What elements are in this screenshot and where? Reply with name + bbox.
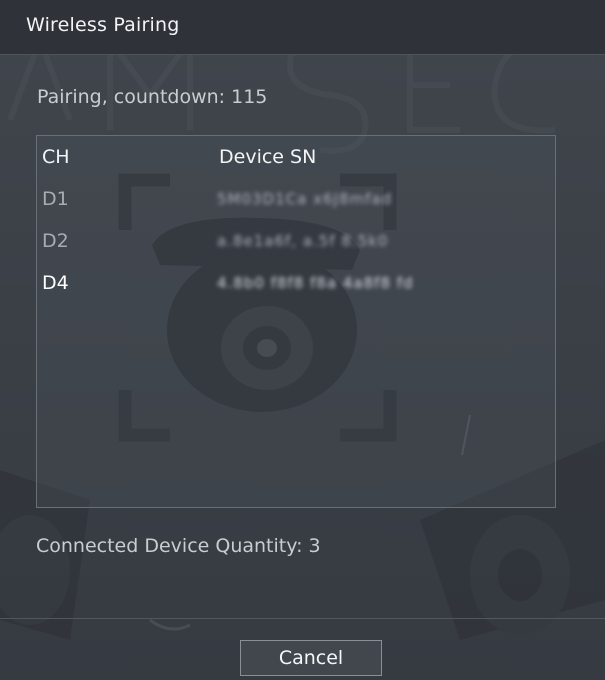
row-channel: D2 xyxy=(42,230,69,252)
paired-devices-table: CH Device SN D1 5M03D1Ca x6J8mfad D2 a.8… xyxy=(36,135,556,508)
connected-device-quantity: Connected Device Quantity: 3 xyxy=(36,535,321,557)
row-device-sn: a.8e1a6f, a.5f 8.5k0 xyxy=(217,232,389,250)
row-channel: D1 xyxy=(42,188,69,210)
table-header: CH Device SN xyxy=(37,136,555,180)
cancel-button[interactable]: Cancel xyxy=(240,640,382,676)
pairing-countdown-text: Pairing, countdown: 115 xyxy=(37,86,268,108)
table-row[interactable]: D2 a.8e1a6f, a.5f 8.5k0 xyxy=(37,222,555,262)
column-header-ch: CH xyxy=(42,146,70,168)
row-device-sn: 4.8b0 f8f8 f8a 4a8f8 fd xyxy=(217,274,414,292)
footer-divider xyxy=(0,618,605,619)
wireless-pairing-dialog: Wireless Pairing Pairing, countdown: 115… xyxy=(0,0,605,680)
table-row[interactable]: D1 5M03D1Ca x6J8mfad xyxy=(37,180,555,220)
dialog-title-bar: Wireless Pairing xyxy=(0,0,605,55)
row-channel: D4 xyxy=(42,272,69,294)
row-device-sn: 5M03D1Ca x6J8mfad xyxy=(217,190,393,208)
column-header-device-sn: Device SN xyxy=(219,146,317,168)
dialog-title: Wireless Pairing xyxy=(26,14,180,36)
table-row[interactable]: D4 4.8b0 f8f8 f8a 4a8f8 fd xyxy=(37,264,555,304)
